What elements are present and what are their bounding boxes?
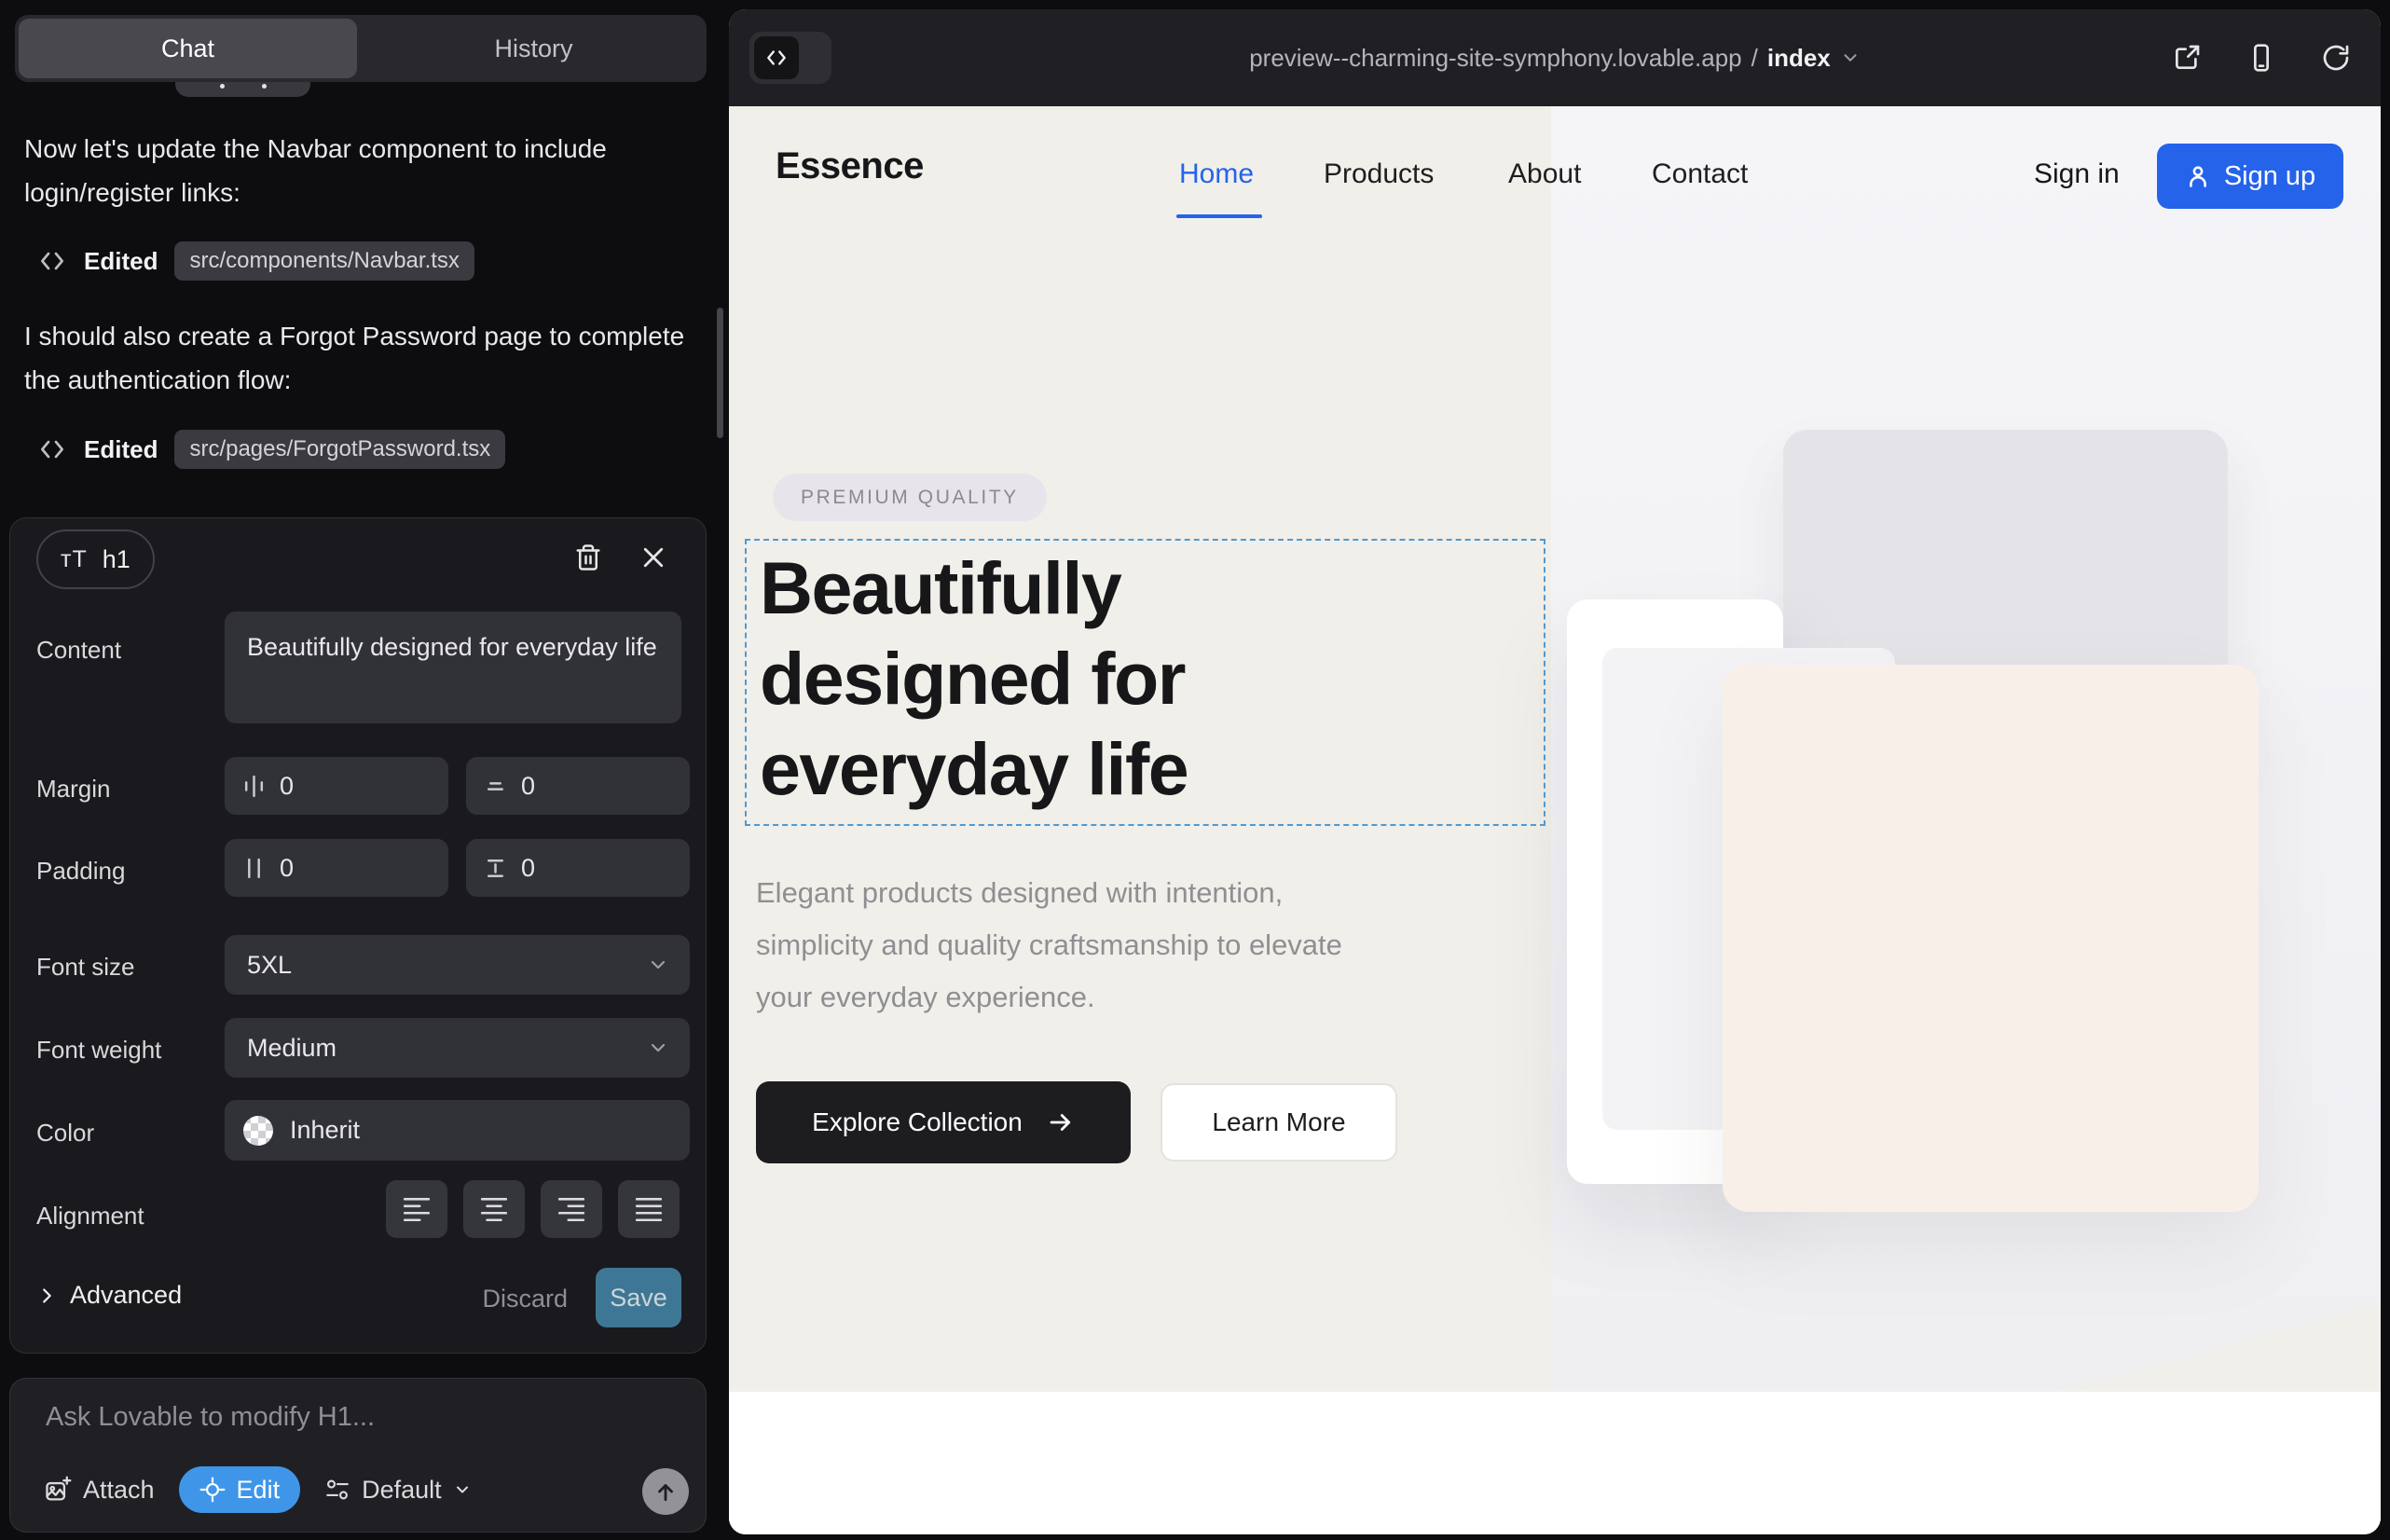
tab-chat[interactable]: Chat	[19, 19, 357, 78]
padding-vertical-icon	[483, 856, 508, 881]
font-weight-label: Font weight	[36, 1036, 161, 1065]
font-size-select[interactable]: 5XL	[225, 935, 690, 995]
margin-label: Margin	[36, 775, 110, 804]
edited-file-row: Edited src/components/Navbar.tsx	[37, 241, 474, 282]
mobile-preview-icon[interactable]	[2243, 39, 2280, 76]
nav-about[interactable]: About	[1508, 158, 1581, 190]
mode-select[interactable]: Default	[324, 1476, 472, 1505]
delete-element-button[interactable]	[568, 537, 609, 578]
target-icon	[199, 1477, 226, 1503]
user-icon	[2185, 163, 2211, 189]
hero-heading: Beautifully designed for everyday life	[760, 543, 1188, 814]
explore-collection-button[interactable]: Explore Collection	[756, 1081, 1131, 1163]
code-icon	[37, 246, 67, 276]
url-separator: /	[1751, 44, 1758, 73]
site-preview: Essence Home Products About Contact Sign…	[729, 106, 2381, 1534]
nav-contact[interactable]: Contact	[1652, 158, 1748, 190]
nav-active-underline	[1176, 214, 1262, 218]
refresh-icon[interactable]	[2317, 39, 2355, 76]
transparency-swatch-icon	[243, 1116, 273, 1146]
chat-history-tabs: Chat History	[15, 15, 707, 82]
advanced-toggle[interactable]: Advanced	[36, 1281, 182, 1310]
align-justify-button[interactable]	[618, 1180, 680, 1238]
color-select[interactable]: Inherit	[225, 1100, 690, 1161]
sign-in-link[interactable]: Sign in	[2034, 158, 2120, 190]
arrow-up-icon	[653, 1479, 678, 1504]
premium-quality-badge: PREMIUM QUALITY	[773, 474, 1047, 521]
close-icon[interactable]	[633, 537, 674, 578]
tab-history[interactable]: History	[364, 19, 703, 78]
alignment-group	[386, 1180, 690, 1238]
align-left-button[interactable]	[386, 1180, 447, 1238]
type-icon: тT	[61, 546, 88, 573]
attach-image-icon	[44, 1476, 72, 1504]
lovable-side-panel: Chat History Now let's update the Navbar…	[0, 0, 727, 1540]
section-below-hero	[729, 1392, 2381, 1534]
chat-scrollbar[interactable]	[717, 308, 723, 438]
selected-element-chip: тT h1	[36, 529, 155, 589]
nav-products[interactable]: Products	[1324, 158, 1434, 190]
composer-input[interactable]	[44, 1401, 663, 1434]
margin-y-input[interactable]: 0	[466, 757, 690, 815]
scrolled-chip-fragment	[175, 82, 310, 97]
chevron-down-icon	[647, 1037, 669, 1059]
chevron-down-icon	[453, 1480, 472, 1499]
margin-x-input[interactable]: 0	[225, 757, 448, 815]
edited-label: Edited	[84, 247, 158, 276]
content-textarea[interactable]: Beautifully designed for everyday life	[225, 612, 681, 723]
align-right-button[interactable]	[541, 1180, 602, 1238]
margin-vertical-icon	[483, 774, 508, 799]
open-external-icon[interactable]	[2168, 39, 2205, 76]
content-label: Content	[36, 636, 121, 665]
margin-horizontal-icon	[241, 774, 267, 799]
chevron-down-icon	[647, 954, 669, 976]
edited-file-row: Edited src/pages/ForgotPassword.tsx	[37, 429, 505, 470]
font-weight-select[interactable]: Medium	[225, 1018, 690, 1078]
chevron-right-icon	[36, 1286, 57, 1306]
file-chip[interactable]: src/pages/ForgotPassword.tsx	[174, 430, 505, 469]
preview-browser-window: preview--charming-site-symphony.lovable.…	[729, 9, 2381, 1534]
sliders-icon	[324, 1477, 350, 1503]
padding-y-input[interactable]: 0	[466, 839, 690, 897]
edit-mode-button[interactable]: Edit	[179, 1466, 301, 1513]
element-tag-label: h1	[103, 545, 130, 574]
hero-description: Elegant products designed with intention…	[756, 867, 1399, 1024]
send-button[interactable]	[642, 1468, 689, 1515]
url-path: index	[1767, 44, 1831, 73]
browser-chrome: preview--charming-site-symphony.lovable.…	[729, 9, 2381, 106]
site-logo[interactable]: Essence	[776, 145, 924, 187]
align-center-button[interactable]	[463, 1180, 525, 1238]
alignment-label: Alignment	[36, 1202, 144, 1231]
color-label: Color	[36, 1119, 94, 1148]
sign-up-button[interactable]: Sign up	[2157, 144, 2343, 209]
chat-composer: Attach Edit Default	[9, 1378, 707, 1533]
file-chip[interactable]: src/components/Navbar.tsx	[174, 241, 474, 281]
padding-label: Padding	[36, 857, 125, 886]
attach-button[interactable]: Attach	[44, 1476, 155, 1505]
save-button[interactable]: Save	[596, 1268, 681, 1327]
font-size-label: Font size	[36, 953, 135, 982]
url-bar[interactable]: preview--charming-site-symphony.lovable.…	[729, 9, 2381, 106]
code-icon	[37, 434, 67, 464]
url-domain: preview--charming-site-symphony.lovable.…	[1249, 44, 1741, 73]
nav-home[interactable]: Home	[1179, 158, 1254, 190]
learn-more-button[interactable]: Learn More	[1161, 1083, 1397, 1162]
arrow-right-icon	[1047, 1108, 1075, 1136]
edited-label: Edited	[84, 435, 158, 464]
padding-x-input[interactable]: 0	[225, 839, 448, 897]
chrome-actions	[2168, 9, 2355, 106]
discard-button[interactable]: Discard	[482, 1285, 568, 1313]
chat-message: Now let's update the Navbar component to…	[24, 127, 691, 214]
chevron-down-icon	[1840, 48, 1861, 68]
chat-message: I should also create a Forgot Password p…	[24, 314, 691, 402]
padding-horizontal-icon	[241, 856, 267, 881]
decor-cream-card	[1723, 665, 2259, 1212]
composer-toolbar: Attach Edit Default	[44, 1466, 472, 1513]
element-editor-panel: тT h1 Content Beautifully designed for e…	[9, 517, 707, 1354]
